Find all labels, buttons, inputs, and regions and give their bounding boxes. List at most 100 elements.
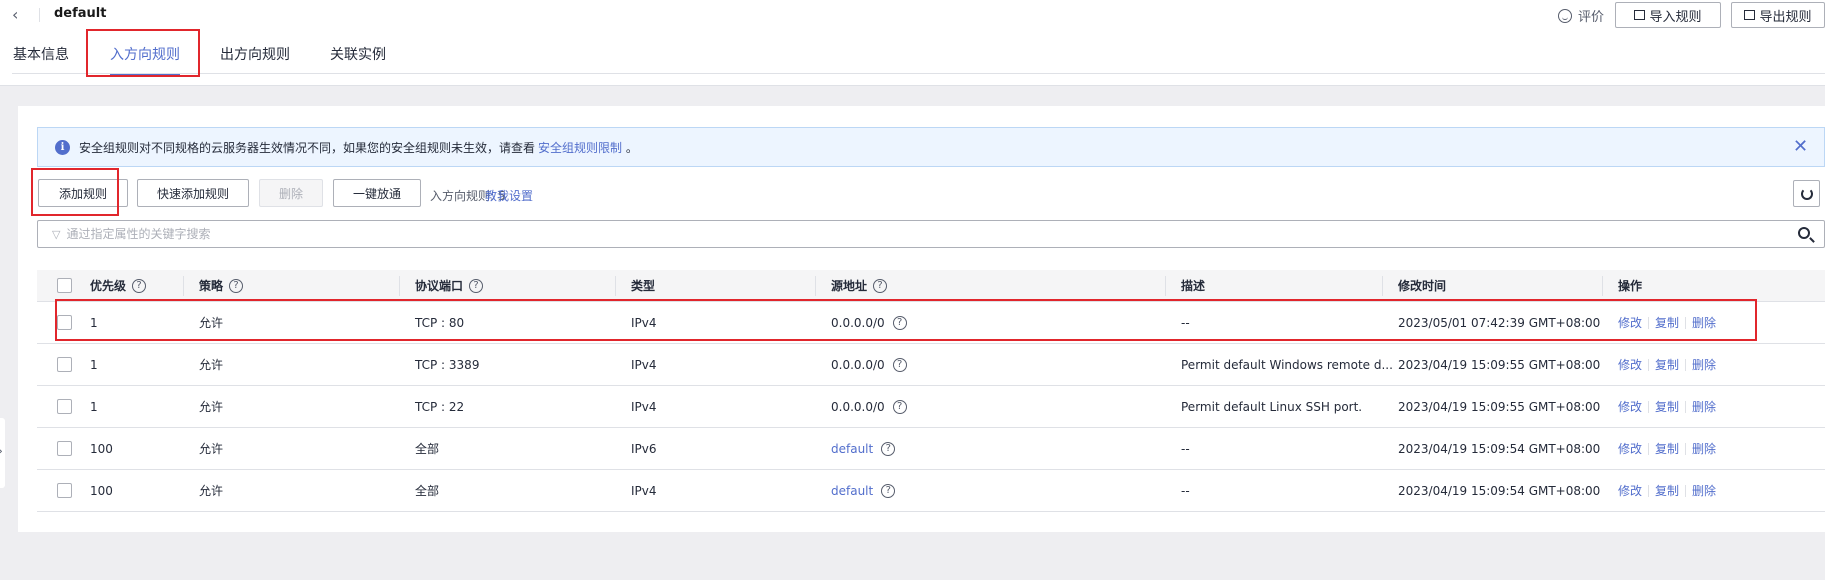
notice-link[interactable]: 安全组规则限制 xyxy=(538,141,622,155)
help-icon[interactable]: ? xyxy=(892,316,907,330)
divider xyxy=(1685,359,1687,371)
cell-source: default? xyxy=(831,470,896,512)
divider xyxy=(1648,317,1650,329)
edit-link[interactable]: 修改 xyxy=(1618,386,1642,428)
copy-link[interactable]: 复制 xyxy=(1655,470,1679,512)
quick-add-rule-button[interactable]: 快速添加规则 xyxy=(137,179,249,207)
cell-operations: 修改 复制 删除 xyxy=(1618,302,1716,344)
cell-policy: 允许 xyxy=(199,358,224,372)
copy-link[interactable]: 复制 xyxy=(1655,386,1679,428)
cell-priority: 1 xyxy=(90,400,98,414)
help-icon[interactable]: ? xyxy=(132,279,147,293)
close-icon[interactable]: ✕ xyxy=(1793,138,1811,156)
help-icon[interactable]: ? xyxy=(881,484,896,498)
search-input[interactable] xyxy=(66,227,1667,241)
cell-description: -- xyxy=(1181,316,1190,330)
row-checkbox[interactable] xyxy=(57,441,72,456)
help-icon[interactable]: ? xyxy=(892,400,907,414)
column-divider xyxy=(1602,276,1603,296)
delete-link[interactable]: 删除 xyxy=(1692,344,1716,386)
help-icon[interactable]: ? xyxy=(229,279,244,293)
cell-port: TCP : 3389 xyxy=(415,358,480,372)
tab-divider xyxy=(12,73,1825,74)
table-row: 100 允许 全部 IPv4 default? -- 2023/04/19 15… xyxy=(37,470,1825,512)
select-all-checkbox[interactable] xyxy=(57,278,72,293)
copy-link[interactable]: 复制 xyxy=(1655,428,1679,470)
cell-modified-time: 2023/04/19 15:09:54 GMT+08:00 xyxy=(1398,484,1601,498)
header-type: 类型 xyxy=(631,279,656,293)
notice-text: 安全组规则对不同规格的云服务器生效情况不同，如果您的安全组规则未生效，请查看 安全… xyxy=(79,139,638,156)
cell-type: IPv4 xyxy=(631,358,657,372)
export-icon xyxy=(1744,10,1756,20)
add-rule-button[interactable]: 添加规则 xyxy=(38,179,128,207)
cell-modified-time: 2023/05/01 07:42:39 GMT+08:00 xyxy=(1398,316,1601,330)
divider xyxy=(1685,401,1687,413)
cell-description: -- xyxy=(1181,442,1190,456)
header-operations: 操作 xyxy=(1618,279,1643,293)
help-icon[interactable]: ? xyxy=(881,442,896,456)
divider xyxy=(1685,485,1687,497)
cell-priority: 100 xyxy=(90,484,113,498)
cell-type: IPv4 xyxy=(631,316,657,330)
delete-link[interactable]: 删除 xyxy=(1692,470,1716,512)
help-icon[interactable]: ? xyxy=(873,279,888,293)
edit-link[interactable]: 修改 xyxy=(1618,302,1642,344)
source-default-link[interactable]: default xyxy=(831,428,873,470)
cell-source-value: 0.0.0.0/0 xyxy=(831,358,885,372)
table-header: 优先级? 策略? 协议端口? 类型 源地址? 描述 修改时间 操作 xyxy=(37,270,1825,302)
delete-link[interactable]: 删除 xyxy=(1692,302,1716,344)
page-title: default xyxy=(54,6,107,21)
search-icon[interactable] xyxy=(1798,227,1810,239)
copy-link[interactable]: 复制 xyxy=(1655,302,1679,344)
row-checkbox[interactable] xyxy=(57,357,72,372)
info-icon: i xyxy=(55,139,70,155)
edit-link[interactable]: 修改 xyxy=(1618,428,1642,470)
export-rules-button[interactable]: 导出规则 xyxy=(1731,2,1825,28)
cell-modified-time: 2023/04/19 15:09:55 GMT+08:00 xyxy=(1398,400,1601,414)
source-default-link[interactable]: default xyxy=(831,470,873,512)
column-divider xyxy=(399,276,400,296)
header-source: 源地址? xyxy=(831,270,888,302)
cell-port: 全部 xyxy=(415,484,440,498)
row-checkbox[interactable] xyxy=(57,315,72,330)
tab-outbound-rules[interactable]: 出方向规则 xyxy=(220,44,290,80)
help-icon[interactable]: ? xyxy=(469,279,484,293)
cell-operations: 修改 复制 删除 xyxy=(1618,428,1716,470)
table-row: 1 允许 TCP : 3389 IPv4 0.0.0.0/0? Permit d… xyxy=(37,344,1825,386)
one-click-allow-button[interactable]: 一键放通 xyxy=(333,179,421,207)
rate-button[interactable]: 评价 xyxy=(1558,6,1604,25)
row-checkbox[interactable] xyxy=(57,399,72,414)
collapse-handle[interactable] xyxy=(0,418,5,488)
help-icon[interactable]: ? xyxy=(892,358,907,372)
refresh-icon xyxy=(1800,187,1813,200)
edit-link[interactable]: 修改 xyxy=(1618,470,1642,512)
cell-policy: 允许 xyxy=(199,400,224,414)
row-checkbox[interactable] xyxy=(57,483,72,498)
tab-inbound-rules[interactable]: 入方向规则 xyxy=(110,44,180,80)
copy-link[interactable]: 复制 xyxy=(1655,344,1679,386)
refresh-button[interactable] xyxy=(1793,180,1820,207)
chevron-left-icon[interactable]: ‹ xyxy=(12,4,26,26)
column-divider xyxy=(1382,276,1383,296)
export-label: 导出规则 xyxy=(1759,9,1812,25)
teach-me-link[interactable]: 教我设置 xyxy=(485,187,533,204)
cell-source-value: 0.0.0.0/0 xyxy=(831,316,885,330)
cell-source: 0.0.0.0/0? xyxy=(831,386,907,428)
edit-link[interactable]: 修改 xyxy=(1618,344,1642,386)
cell-priority: 1 xyxy=(90,316,98,330)
tab-basic-info[interactable]: 基本信息 xyxy=(13,44,69,80)
delete-link[interactable]: 删除 xyxy=(1692,386,1716,428)
import-rules-button[interactable]: 导入规则 xyxy=(1615,2,1721,28)
column-divider xyxy=(815,276,816,296)
delete-button[interactable]: 删除 xyxy=(259,179,323,207)
table-row: 1 允许 TCP : 80 IPv4 0.0.0.0/0? -- 2023/05… xyxy=(37,302,1825,344)
column-divider xyxy=(1165,276,1166,296)
search-box[interactable]: ▽ xyxy=(37,220,1825,248)
delete-link[interactable]: 删除 xyxy=(1692,428,1716,470)
import-icon xyxy=(1634,10,1646,20)
tab-associated-instances[interactable]: 关联实例 xyxy=(330,44,386,80)
cell-operations: 修改 复制 删除 xyxy=(1618,344,1716,386)
header-priority-label: 优先级 xyxy=(90,279,127,293)
divider xyxy=(1685,443,1687,455)
filter-icon: ▽ xyxy=(52,227,61,241)
